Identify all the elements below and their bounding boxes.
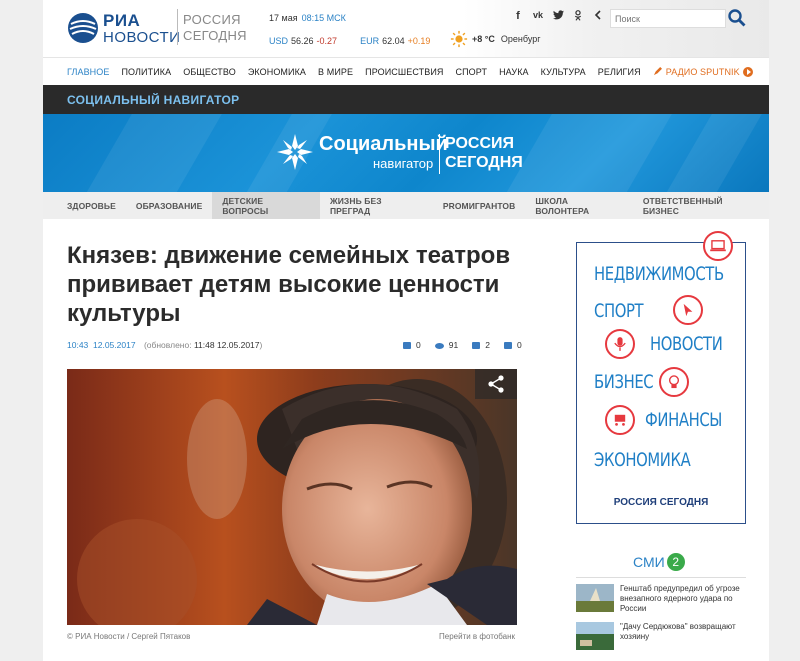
- thumbs-down-icon: [503, 342, 512, 349]
- lightbulb-icon: [659, 367, 689, 397]
- dislikes-count[interactable]: 0: [503, 340, 522, 350]
- share-button[interactable]: [475, 369, 517, 399]
- cursor-icon: [673, 295, 703, 325]
- cart-icon: [605, 405, 635, 435]
- logo-ria-text: РИА: [103, 11, 141, 30]
- ad-footer-logo: РОССИЯ СЕГОДНЯ: [613, 497, 709, 508]
- eye-icon: [434, 343, 444, 349]
- article-title: Князев: движение семейных театров привив…: [67, 242, 511, 327]
- views-count: 91: [434, 340, 458, 350]
- vk-icon[interactable]: vk: [528, 10, 548, 24]
- subnav-item-responsible-business[interactable]: ОТВЕТСТВЕННЫЙ БИЗНЕС: [633, 192, 769, 219]
- radio-icon: [653, 67, 662, 76]
- article-meta: 10:43 12.05.2017 (обновлено: 11:48 12.05…: [67, 340, 262, 350]
- twitter-icon[interactable]: [548, 10, 568, 24]
- social-links: f vk: [508, 10, 608, 24]
- play-icon: [742, 66, 753, 77]
- smi-widget-header[interactable]: СМИ 2: [633, 553, 685, 571]
- nav-item-main[interactable]: ГЛАВНОЕ: [67, 67, 109, 77]
- subnav-item-migrants[interactable]: PROМИГРАНТОВ: [433, 192, 526, 219]
- thumbs-up-icon: [472, 342, 481, 349]
- page-margin-left: [0, 0, 43, 661]
- page-margin-right: [769, 0, 800, 661]
- comment-icon: [403, 342, 411, 349]
- share-toggle-icon[interactable]: [588, 10, 608, 24]
- article-photo[interactable]: [67, 369, 517, 625]
- logo-rossiya-text: РОССИЯ: [183, 12, 241, 27]
- subnav-item-education[interactable]: ОБРАЗОВАНИЕ: [126, 192, 212, 219]
- comments-count[interactable]: 0: [403, 340, 421, 350]
- banner-segodnya: СЕГОДНЯ: [445, 154, 523, 171]
- search-input[interactable]: [610, 9, 726, 28]
- ad-word-realty: НЕДВИЖИМОСТЬ: [594, 263, 724, 285]
- logo-segodnya-text: СЕГОДНЯ: [183, 28, 247, 43]
- subnav-item-children[interactable]: ДЕТСКИЕ ВОПРОСЫ: [212, 192, 320, 219]
- section-title[interactable]: СОЦИАЛЬНЫЙ НАВИГАТОР: [67, 93, 239, 107]
- ad-word-sport: СПОРТ: [594, 300, 644, 322]
- nav-item-culture[interactable]: КУЛЬТУРА: [541, 67, 586, 77]
- microphone-icon: [605, 329, 635, 359]
- logo-novosti-text: НОВОСТИ: [103, 29, 181, 46]
- news-thumbnail: [576, 584, 614, 612]
- nav-item-incidents[interactable]: ПРОИСШЕСТВИЯ: [365, 67, 443, 77]
- laptop-icon: [703, 231, 733, 261]
- sun-icon: [450, 30, 468, 48]
- sidebar-ad-banner[interactable]: НЕДВИЖИМОСТЬ СПОРТ НОВОСТИ БИЗНЕС ФИНАНС…: [576, 231, 746, 524]
- share-icon: [488, 375, 504, 393]
- page: РИА НОВОСТИ РОССИЯ СЕГОДНЯ 17 мая 08:15 М…: [43, 0, 769, 661]
- news-thumbnail: [576, 622, 614, 650]
- article-time[interactable]: 10:43 12.05.2017: [67, 340, 136, 350]
- ad-word-economy: ЭКОНОМИКА: [594, 449, 691, 471]
- ria-logo[interactable]: РИА НОВОСТИ РОССИЯ СЕГОДНЯ: [67, 8, 247, 48]
- nav-item-world[interactable]: В МИРЕ: [318, 67, 353, 77]
- search-icon[interactable]: [727, 8, 747, 28]
- ad-word-news: НОВОСТИ: [650, 333, 723, 355]
- odnoklassniki-icon[interactable]: [568, 10, 588, 24]
- currency-rates[interactable]: USD 56.26 -0.27 EUR 62.04 +0.19: [269, 36, 430, 46]
- main-nav: ГЛАВНОЕ ПОЛИТИКА ОБЩЕСТВО ЭКОНОМИКА В МИ…: [43, 57, 769, 85]
- ad-word-business: БИЗНЕС: [594, 371, 654, 393]
- nav-item-economy[interactable]: ЭКОНОМИКА: [248, 67, 306, 77]
- photo-credit: © РИА Новости / Сергей Пятаков: [67, 632, 191, 641]
- banner-title: Социальный: [319, 133, 448, 155]
- article-stats: 0 91 2 0: [403, 340, 522, 350]
- ad-word-finance: ФИНАНСЫ: [645, 409, 722, 431]
- ria-globe-icon: [68, 13, 98, 43]
- portrait-image: [67, 369, 517, 625]
- nav-item-politics[interactable]: ПОЛИТИКА: [121, 67, 171, 77]
- banner-subtitle: навигатор: [373, 156, 434, 171]
- social-navigator-banner[interactable]: Социальный навигатор РОССИЯ СЕГОДНЯ: [43, 114, 769, 192]
- facebook-icon[interactable]: f: [508, 10, 528, 24]
- news-headline: "Дачу Сердюкова" возвращают хозяину: [620, 622, 736, 641]
- nav-item-society[interactable]: ОБЩЕСТВО: [183, 67, 236, 77]
- top-header: РИА НОВОСТИ РОССИЯ СЕГОДНЯ 17 мая 08:15 М…: [43, 0, 769, 57]
- section-header: СОЦИАЛЬНЫЙ НАВИГАТОР: [43, 85, 769, 114]
- article-updated: (обновлено: 11:48 12.05.2017): [143, 340, 263, 350]
- nav-item-radio-sputnik[interactable]: РАДИО SPUTNIK: [653, 66, 753, 77]
- smi-badge: 2: [666, 553, 685, 571]
- current-date: 17 мая 08:15 МСК: [269, 13, 346, 23]
- nav-item-religion[interactable]: РЕЛИГИЯ: [598, 67, 641, 77]
- subnav-item-volunteer-school[interactable]: ШКОЛА ВОЛОНТЕРА: [525, 192, 632, 219]
- subnav-item-accessibility[interactable]: ЖИЗНЬ БЕЗ ПРЕГРАД: [320, 192, 433, 219]
- news-headline: Генштаб предупредил об угрозе внезапного…: [620, 584, 740, 613]
- nav-item-sport[interactable]: СПОРТ: [456, 67, 488, 77]
- section-subnav: ЗДОРОВЬЕ ОБРАЗОВАНИЕ ДЕТСКИЕ ВОПРОСЫ ЖИЗ…: [43, 192, 769, 219]
- subnav-item-health[interactable]: ЗДОРОВЬЕ: [57, 192, 126, 219]
- likes-count[interactable]: 2: [472, 340, 490, 350]
- nav-item-science[interactable]: НАУКА: [499, 67, 529, 77]
- banner-rossiya: РОССИЯ: [445, 135, 515, 152]
- photobank-link[interactable]: Перейти в фотобанк: [439, 632, 515, 641]
- social-navigator-emblem-icon: [277, 134, 313, 170]
- weather-widget[interactable]: +8 °C Оренбург: [450, 30, 541, 48]
